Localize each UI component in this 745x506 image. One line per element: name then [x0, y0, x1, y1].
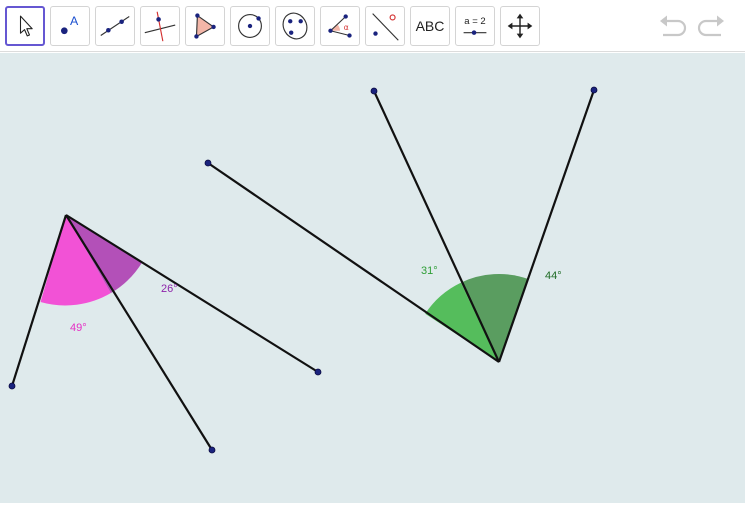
ellipse-tool-button[interactable] — [275, 6, 315, 46]
slider-tool-label: a = 2 — [464, 16, 485, 27]
ellipse-icon — [282, 12, 308, 40]
angle-tool-button[interactable]: α — [320, 6, 360, 46]
point[interactable] — [204, 159, 212, 167]
text-tool-button[interactable]: ABC — [410, 6, 450, 46]
point-tool-button[interactable]: A — [50, 6, 90, 46]
segment-right-right[interactable] — [497, 89, 596, 363]
angle-label-26: 26° — [161, 283, 178, 295]
point-tool-label: A — [70, 14, 79, 28]
undo-icon — [660, 15, 687, 37]
toolbar: A α ABC a = 2 — [0, 0, 745, 52]
circle-icon — [238, 14, 262, 38]
slider-tool-button[interactable]: a = 2 — [455, 6, 495, 46]
angle-label-31: 31° — [421, 265, 438, 277]
angle-label-49: 49° — [70, 322, 87, 334]
polygon-tool-button[interactable] — [185, 6, 225, 46]
point[interactable] — [8, 382, 16, 390]
circle-tool-button[interactable] — [230, 6, 270, 46]
point[interactable] — [208, 446, 216, 454]
reflect-icon — [372, 13, 399, 41]
angle-icon: α — [328, 14, 352, 38]
segment-icon — [100, 16, 130, 36]
angle-label-44: 44° — [545, 270, 562, 282]
polygon-icon — [194, 13, 216, 39]
graphics-view[interactable]: 49° 26° 31° 44° — [0, 53, 745, 503]
segment-tool-button[interactable] — [95, 6, 135, 46]
undo-button[interactable] — [657, 12, 689, 42]
perpendicular-line-tool-button[interactable] — [140, 6, 180, 46]
reflect-tool-button[interactable] — [365, 6, 405, 46]
geogebra-app: A α ABC a = 2 49° 26° 31° 44° — [0, 0, 745, 506]
point[interactable] — [370, 87, 378, 95]
redo-button[interactable] — [695, 12, 727, 42]
point-icon: A — [60, 14, 79, 35]
move-arrow-icon — [19, 15, 33, 37]
point[interactable] — [590, 86, 598, 94]
move-tool-button[interactable] — [5, 6, 45, 46]
segment-right-left[interactable] — [207, 162, 500, 363]
move-graphics-tool-button[interactable] — [500, 6, 540, 46]
perpendicular-line-icon — [144, 11, 176, 42]
slider-icon: a = 2 — [463, 16, 487, 35]
geometry-drawing[interactable]: 49° 26° 31° 44° — [0, 53, 745, 503]
point[interactable] — [314, 368, 322, 376]
text-tool-label: ABC — [415, 18, 445, 34]
move-graphics-icon — [507, 13, 533, 39]
segment-left-middle[interactable] — [65, 214, 213, 451]
angle-tool-symbol: α — [344, 23, 349, 32]
segment-right-middle[interactable] — [373, 90, 500, 363]
redo-icon — [697, 15, 724, 37]
